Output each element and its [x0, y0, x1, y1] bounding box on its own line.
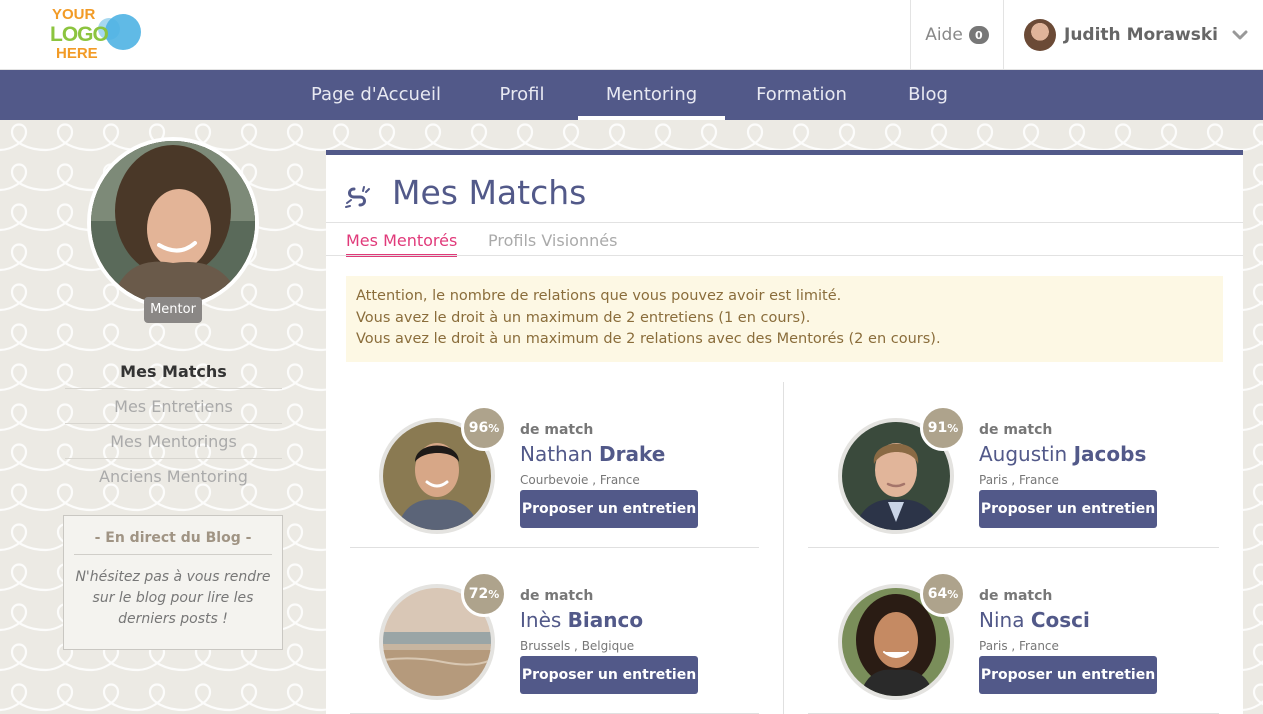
row-divider	[808, 547, 1219, 548]
tab-mes-mentores[interactable]: Mes Mentorés	[346, 231, 458, 257]
column-divider	[783, 382, 784, 714]
match-percent-value: 64	[927, 586, 948, 602]
mentee-last-name: Bianco	[567, 608, 644, 632]
propose-interview-button[interactable]: Proposer un entretien	[520, 656, 698, 694]
match-card: 64% de match Nina Cosci Paris , France P…	[809, 561, 1209, 701]
alert-line: Attention, le nombre de relations que vo…	[356, 288, 842, 304]
mentee-name[interactable]: Nathan Drake	[520, 442, 665, 466]
match-percent-badge: 96%	[461, 405, 507, 451]
help-count-badge: 0	[968, 26, 989, 44]
match-percent-value: 96	[468, 420, 489, 436]
match-percent-value: 91	[927, 420, 948, 436]
mentee-location: Brussels , Belgique	[520, 639, 635, 653]
percent-unit: %	[947, 421, 959, 435]
nav-item-mentoring[interactable]: Mentoring	[578, 70, 725, 120]
mentee-last-name: Drake	[599, 442, 666, 466]
sidebar-item-mes-mentorings[interactable]: Mes Mentorings	[65, 424, 282, 459]
blog-widget-text[interactable]: N'hésitez pas à vous rendre sur le blog …	[74, 567, 272, 630]
mentee-name[interactable]: Nina Cosci	[979, 608, 1090, 632]
mentee-first-name: Nathan	[520, 442, 593, 466]
blog-widget: - En direct du Blog - N'hésitez pas à vo…	[63, 515, 283, 650]
help-label: Aide	[925, 25, 963, 45]
logo-text-line1: YOUR	[52, 6, 96, 23]
mentee-first-name: Nina	[979, 608, 1025, 632]
match-percent-badge: 91%	[920, 405, 966, 451]
match-percent-badge: 72%	[461, 571, 507, 617]
match-label: de match	[979, 422, 1053, 438]
help-button[interactable]: Aide 0	[910, 0, 1004, 70]
tabs-divider	[326, 255, 1243, 256]
mentee-name[interactable]: Inès Bianco	[520, 608, 643, 632]
logo-circle	[105, 14, 141, 50]
user-name: Judith Morawski	[1064, 25, 1218, 45]
sidebar-item-mes-entretiens[interactable]: Mes Entretiens	[65, 389, 282, 424]
match-percent-badge: 64%	[920, 571, 966, 617]
alert-line: Vous avez le droit à un maximum de 2 rel…	[356, 331, 941, 347]
logo-text-line3: HERE	[56, 45, 98, 62]
alert-line: Vous avez le droit à un maximum de 2 ent…	[356, 309, 811, 326]
mentee-first-name: Inès	[520, 608, 562, 632]
mentee-last-name: Cosci	[1030, 608, 1090, 632]
propose-interview-button[interactable]: Proposer un entretien	[979, 490, 1157, 528]
percent-unit: %	[488, 587, 500, 601]
row-divider	[350, 547, 759, 548]
nav-item-accueil[interactable]: Page d'Accueil	[300, 70, 452, 120]
page-title: Mes Matchs	[392, 173, 587, 212]
mentee-location: Paris , France	[979, 639, 1059, 653]
user-menu[interactable]: Judith Morawski	[1024, 0, 1248, 70]
mentee-name[interactable]: Augustin Jacobs	[979, 442, 1146, 466]
limit-alert: Attention, le nombre de relations que vo…	[346, 276, 1223, 362]
matches-panel: Mes Matchs Mes Mentorés Profils Visionné…	[326, 150, 1243, 714]
match-card: 72% de match Inès Bianco Brussels , Belg…	[350, 561, 750, 701]
tab-profils-visionnes[interactable]: Profils Visionnés	[488, 231, 617, 257]
match-card: 96% de match Nathan Drake Courbevoie , F…	[350, 395, 750, 535]
logo-text-line2: LOGO	[50, 23, 109, 46]
sidebar-menu: Mes Matchs Mes Entretiens Mes Mentorings…	[65, 354, 282, 494]
title-divider	[326, 222, 1243, 223]
mentee-last-name: Jacobs	[1073, 442, 1147, 466]
sidebar-item-mes-matchs[interactable]: Mes Matchs	[65, 354, 282, 389]
sidebar-item-anciens-mentoring[interactable]: Anciens Mentoring	[65, 459, 282, 494]
nav-item-blog[interactable]: Blog	[895, 70, 961, 120]
match-percent-value: 72	[468, 586, 489, 602]
match-label: de match	[520, 588, 594, 604]
mentee-location: Paris , France	[979, 473, 1059, 487]
main-nav: Page d'Accueil Profil Mentoring Formatio…	[0, 70, 1263, 120]
percent-unit: %	[488, 421, 500, 435]
propose-interview-button[interactable]: Proposer un entretien	[979, 656, 1157, 694]
nav-item-profil[interactable]: Profil	[478, 70, 566, 120]
mentee-first-name: Augustin	[979, 442, 1068, 466]
match-card: 91% de match Augustin Jacobs Paris , Fra…	[809, 395, 1209, 535]
profile-photo[interactable]	[91, 141, 255, 305]
percent-unit: %	[947, 587, 959, 601]
match-label: de match	[520, 422, 594, 438]
propose-interview-button[interactable]: Proposer un entretien	[520, 490, 698, 528]
logo[interactable]: YOUR LOGO HERE	[48, 4, 148, 64]
nav-item-formation[interactable]: Formation	[745, 70, 858, 120]
blog-widget-title: - En direct du Blog -	[74, 530, 272, 555]
profile-portrait	[91, 141, 255, 305]
role-badge: Mentor	[144, 297, 202, 323]
chevron-down-icon	[1232, 30, 1248, 40]
mentee-location: Courbevoie , France	[520, 473, 640, 487]
match-label: de match	[979, 588, 1053, 604]
link-icon	[345, 186, 370, 208]
top-header: YOUR LOGO HERE Aide 0 Judith Morawski	[0, 0, 1263, 70]
user-avatar	[1024, 19, 1056, 51]
